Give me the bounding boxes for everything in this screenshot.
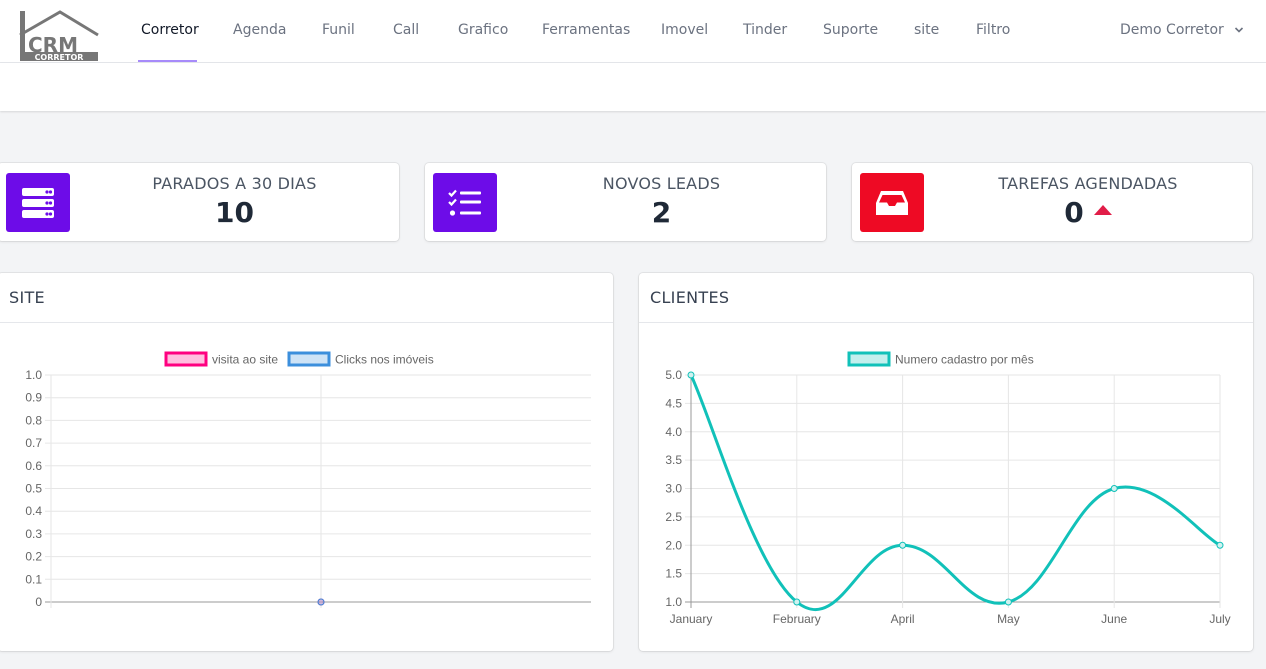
- y-tick-label: 2.0: [665, 538, 682, 552]
- user-menu[interactable]: Demo Corretor: [1120, 0, 1244, 60]
- nav-item-call[interactable]: Call: [393, 0, 419, 62]
- chevron-down-icon: [1235, 27, 1244, 33]
- y-tick-label: 5.0: [665, 368, 682, 382]
- data-point: [793, 598, 801, 606]
- stat-card-parados: PARADOS A 30 DIAS 10: [0, 163, 399, 241]
- stat-value: 0: [1064, 196, 1084, 229]
- panel-title: CLIENTES: [639, 273, 1253, 323]
- stat-title: TAREFAS AGENDADAS: [998, 174, 1178, 193]
- data-point: [687, 371, 695, 379]
- nav-item-tinder[interactable]: Tinder: [743, 0, 787, 62]
- y-tick-label: 0.2: [25, 550, 42, 564]
- clientes-chart: 5.0 4.5 4.0 3.5 3.0 2.5 2.0 1.5 1.0 January Februa…: [665, 351, 1231, 626]
- stat-value: 2: [651, 196, 672, 229]
- y-tick-label: 0: [35, 595, 42, 609]
- clientes-panel: CLIENTES 5.0 4.5 4.0 3.5 3.0 2.5 2.0 1.5 1.0 Janu…: [639, 273, 1253, 651]
- y-tick-label: 4.5: [665, 396, 682, 410]
- caret-up-icon: [1093, 205, 1112, 215]
- y-tick-label: 3.0: [665, 482, 682, 496]
- user-name: Demo Corretor: [1120, 22, 1224, 38]
- nav-item-agenda[interactable]: Agenda: [233, 0, 286, 62]
- nav-item-filtro[interactable]: Filtro: [976, 0, 1010, 62]
- checklist-icon: [433, 173, 497, 232]
- nav-item-grafico[interactable]: Grafico: [458, 0, 508, 62]
- legend-swatch: [287, 351, 331, 367]
- stat-value: 10: [215, 196, 254, 229]
- site-chart: 1.0 0.9 0.8 0.7 0.6 0.5 0.4 0.3 0.2 0.1 0 visita ao…: [25, 351, 591, 609]
- y-tick-label: 1.0: [25, 368, 42, 382]
- x-tick-label: January: [670, 612, 713, 626]
- y-tick-label: 0.4: [25, 504, 42, 518]
- x-tick-label: April: [891, 612, 915, 626]
- inbox-icon: [860, 173, 924, 232]
- y-tick-label: 0.1: [25, 572, 42, 586]
- x-tick-label: May: [997, 612, 1020, 626]
- nav-item-ferramentas[interactable]: Ferramentas: [542, 0, 630, 62]
- y-tick-label: 0.8: [25, 413, 42, 427]
- stat-card-tarefas: TAREFAS AGENDADAS 0: [852, 163, 1252, 241]
- nav-item-corretor[interactable]: Corretor: [141, 0, 199, 62]
- data-point: [317, 598, 325, 606]
- stat-title: PARADOS A 30 DIAS: [152, 174, 317, 193]
- y-tick-label: 0.7: [25, 436, 42, 450]
- data-point: [1216, 541, 1224, 549]
- legend-swatch: [164, 351, 208, 367]
- nav-item-site[interactable]: site: [914, 0, 939, 62]
- site-panel: SITE 1.0 0.9 0.8 0.7 0.6 0.5 0.4 0.3 0.2 0.1 0 visi…: [0, 273, 613, 651]
- y-tick-label: 4.0: [665, 425, 682, 439]
- data-point: [1004, 598, 1012, 606]
- panel-title: SITE: [0, 273, 613, 323]
- legend-label: Clicks nos imóveis: [335, 353, 434, 367]
- legend-label: Numero cadastro por mês: [895, 353, 1034, 367]
- data-point: [1110, 485, 1118, 492]
- nav-item-suporte[interactable]: Suporte: [823, 0, 878, 62]
- x-tick-label: July: [1209, 612, 1230, 626]
- y-tick-label: 0.3: [25, 527, 42, 541]
- x-tick-label: June: [1101, 612, 1127, 626]
- y-tick-label: 0.5: [25, 482, 42, 496]
- data-point: [899, 541, 907, 549]
- active-nav-indicator: [138, 60, 197, 62]
- y-tick-label: 2.5: [665, 510, 682, 524]
- legend-swatch: [847, 351, 891, 367]
- stat-value-wrap: 0: [924, 196, 1252, 229]
- legend-label: visita ao site: [212, 353, 278, 367]
- y-tick-label: 1.5: [665, 567, 682, 581]
- y-tick-label: 0.9: [25, 391, 42, 405]
- y-tick-label: 0.6: [25, 459, 42, 473]
- nav-item-funil[interactable]: Funil: [322, 0, 355, 62]
- stat-card-novos-leads: NOVOS LEADS 2: [425, 163, 826, 241]
- series-line: [689, 374, 1221, 612]
- logo-subtext: CORRETOR: [35, 53, 84, 61]
- server-icon: [6, 173, 70, 232]
- crm-corretor-logo[interactable]: CRM CORRETOR: [16, 9, 100, 62]
- page-subheader: [0, 63, 1266, 111]
- nav-item-imovel[interactable]: Imovel: [661, 0, 708, 62]
- x-tick-label: February: [773, 612, 821, 626]
- y-tick-label: 3.5: [665, 453, 682, 467]
- stat-title: NOVOS LEADS: [602, 174, 721, 193]
- y-tick-label: 1.0: [665, 595, 682, 609]
- top-navbar: CRM CORRETOR Corretor Agenda Funil Call …: [0, 0, 1266, 63]
